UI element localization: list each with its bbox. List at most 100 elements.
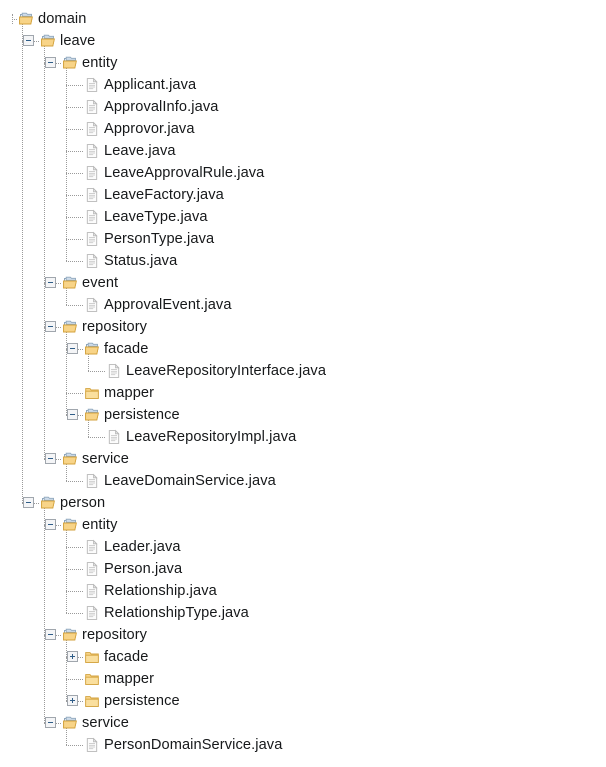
folder-open-icon [62,275,78,291]
expand-plus-icon[interactable] [67,651,78,662]
tree-item-label: PersonDomainService.java [104,737,283,753]
java-file-icon [84,121,100,137]
tree-row-folder[interactable]: persistence [0,404,606,426]
tree-guide-line [66,635,68,701]
tree-item-label: Applicant.java [104,77,197,93]
tree-row-file[interactable]: Person.java [0,558,606,580]
tree-row-folder[interactable]: facade [0,338,606,360]
tree-row-file[interactable]: ApprovalEvent.java [0,294,606,316]
tree-row-folder[interactable]: mapper [0,668,606,690]
folder-open-icon [62,451,78,467]
tree-item-label: ApprovalEvent.java [104,297,232,313]
tree-row-folder[interactable]: facade [0,646,606,668]
collapse-minus-icon[interactable] [45,277,56,288]
java-file-icon [84,165,100,181]
tree-item-label: entity [82,517,118,533]
tree-row-folder[interactable]: persistence [0,690,606,712]
tree-row-file[interactable]: ApprovalInfo.java [0,96,606,118]
tree-row-file[interactable]: Status.java [0,250,606,272]
tree-row-folder[interactable]: person [0,492,606,514]
tree-row-file[interactable]: LeaveRepositoryImpl.java [0,426,606,448]
tree-item-label: entity [82,55,118,71]
tree-row-folder[interactable]: entity [0,514,606,536]
java-file-icon [84,99,100,115]
collapse-minus-icon[interactable] [45,321,56,332]
collapse-minus-icon[interactable] [67,409,78,420]
tree-item-label: persistence [104,693,180,709]
tree-row-folder[interactable]: entity [0,52,606,74]
file-tree[interactable]: domain leave entity Applicant.java ApprovalI… [0,0,606,767]
tree-item-label: service [82,715,129,731]
tree-connector-line [66,305,83,306]
java-file-icon [84,77,100,93]
tree-row-file[interactable]: LeaveType.java [0,206,606,228]
java-file-icon [84,605,100,621]
tree-row-file[interactable]: Applicant.java [0,74,606,96]
tree-row-folder[interactable]: service [0,448,606,470]
tree-connector-line [66,195,83,196]
tree-row-folder[interactable]: domain [0,8,606,30]
tree-row-folder[interactable]: mapper [0,382,606,404]
tree-item-label: RelationshipType.java [104,605,249,621]
expand-plus-icon[interactable] [67,695,78,706]
tree-item-label: mapper [104,385,155,401]
tree-row-file[interactable]: RelationshipType.java [0,602,606,624]
tree-row-file[interactable]: Leader.java [0,536,606,558]
tree-row-file[interactable]: Relationship.java [0,580,606,602]
folder-open-icon [18,11,34,27]
tree-row-file[interactable]: Leave.java [0,140,606,162]
folder-open-icon [62,319,78,335]
tree-item-label: domain [38,11,87,27]
tree-item-label: LeaveFactory.java [104,187,224,203]
folder-open-icon [62,715,78,731]
tree-row-file[interactable]: Approvor.java [0,118,606,140]
tree-row-folder[interactable]: repository [0,316,606,338]
tree-item-label: LeaveRepositoryInterface.java [126,363,327,379]
folder-open-icon [84,341,100,357]
tree-item-label: event [82,275,119,291]
java-file-icon [84,561,100,577]
folder-open-icon [84,407,100,423]
java-file-icon [84,539,100,555]
tree-item-label: mapper [104,671,155,687]
tree-item-label: Approvor.java [104,121,195,137]
collapse-minus-icon[interactable] [23,497,34,508]
folder-open-icon [62,55,78,71]
folder-closed-icon [84,693,100,709]
tree-row-file[interactable]: PersonDomainService.java [0,734,606,756]
tree-item-label: Leader.java [104,539,181,555]
collapse-minus-icon[interactable] [45,629,56,640]
tree-item-label: repository [82,627,148,643]
tree-row-file[interactable]: PersonType.java [0,228,606,250]
tree-row-file[interactable]: LeaveFactory.java [0,184,606,206]
folder-open-icon [62,627,78,643]
java-file-icon [84,187,100,203]
collapse-minus-icon[interactable] [45,717,56,728]
tree-row-folder[interactable]: leave [0,30,606,52]
tree-row-file[interactable]: LeaveDomainService.java [0,470,606,492]
java-file-icon [84,143,100,159]
folder-closed-icon [84,385,100,401]
java-file-icon [84,253,100,269]
tree-guide-line [66,525,68,613]
tree-connector-line [66,745,83,746]
collapse-minus-icon[interactable] [23,35,34,46]
tree-row-file[interactable]: LeaveRepositoryInterface.java [0,360,606,382]
collapse-minus-icon[interactable] [45,453,56,464]
java-file-icon [84,209,100,225]
collapse-minus-icon[interactable] [45,57,56,68]
collapse-minus-icon[interactable] [67,343,78,354]
collapse-minus-icon[interactable] [45,519,56,530]
tree-item-label: repository [82,319,148,335]
tree-row-folder[interactable]: repository [0,624,606,646]
tree-item-label: service [82,451,129,467]
java-file-icon [84,297,100,313]
tree-connector-line [88,371,105,372]
tree-row-folder[interactable]: service [0,712,606,734]
tree-row-folder[interactable]: event [0,272,606,294]
java-file-icon [84,737,100,753]
tree-item-label: LeaveDomainService.java [104,473,276,489]
tree-row-file[interactable]: LeaveApprovalRule.java [0,162,606,184]
folder-open-icon [62,517,78,533]
tree-connector-line [66,569,83,570]
